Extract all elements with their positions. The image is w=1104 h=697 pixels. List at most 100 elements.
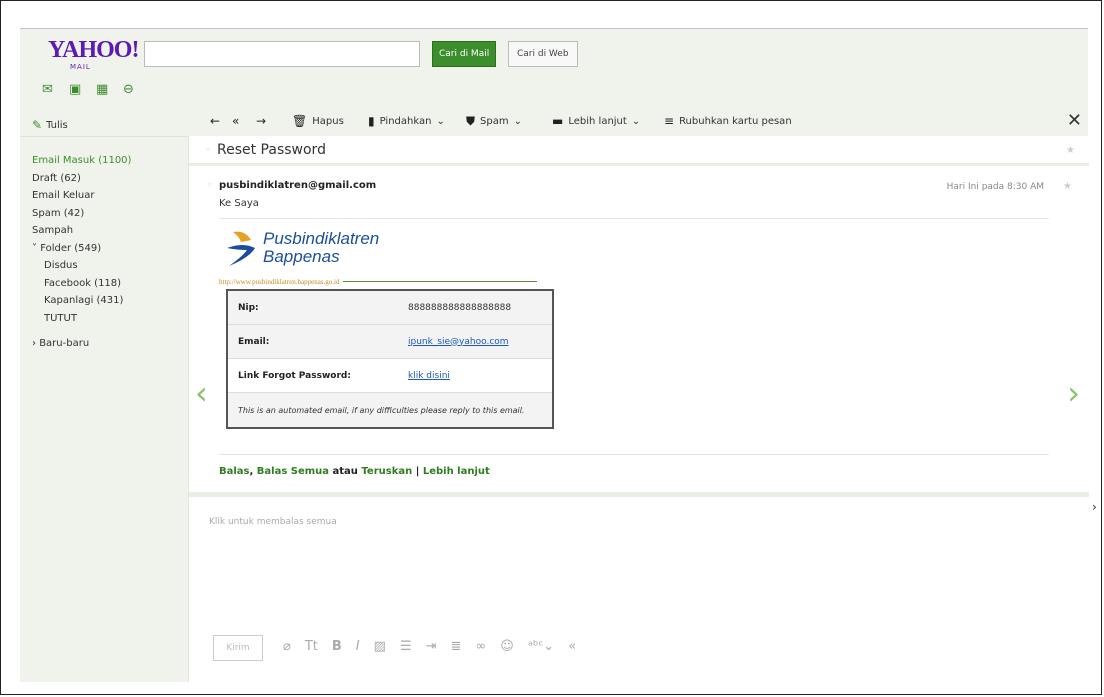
sidebar-item-spam[interactable]: Spam (42) <box>32 205 131 223</box>
nip-label: Nip: <box>227 290 398 325</box>
contacts-icon[interactable]: ▣ <box>69 83 82 96</box>
italic-icon[interactable]: I <box>356 639 360 654</box>
sidebar-item-drafts[interactable]: Draft (62) <box>32 170 131 188</box>
sidebar-item-tutut[interactable]: TUTUT <box>32 310 131 328</box>
forward-button[interactable]: → <box>256 114 266 128</box>
move-button[interactable]: ▮ Pindahkan ⌄ <box>368 114 445 128</box>
search-mail-button[interactable]: Cari di Mail <box>432 41 497 67</box>
sidebar: ✎ Tulis Email Masuk (1100) Draft (62) Em… <box>20 108 188 682</box>
table-row: Email: ipunk_sie@yahoo.com <box>227 324 553 359</box>
sidebar-item-facebook[interactable]: Facebook (118) <box>32 275 131 293</box>
recent-label: Baru-baru <box>39 338 90 349</box>
star-icon[interactable]: ★ <box>1066 145 1075 156</box>
trash-icon: 🗑 <box>292 114 308 128</box>
calendar-icon[interactable]: ▦ <box>96 83 109 96</box>
compose-button[interactable]: ✎ Tulis <box>32 118 68 132</box>
send-button[interactable]: Kirim <box>213 635 263 661</box>
shield-icon: ⛊ <box>466 114 476 128</box>
message-actions: Balas, Balas Semua atau Teruskan | Lebih… <box>219 466 490 477</box>
brand-name-line1: Pusbindiklatren <box>263 229 380 248</box>
next-message-arrow[interactable]: › <box>1067 374 1080 412</box>
chevron-down-icon: ⌄ <box>631 115 641 127</box>
sidebar-item-sent[interactable]: Email Keluar <box>32 187 131 205</box>
link-icon[interactable]: ∞ <box>475 639 486 654</box>
chevron-right-icon: › <box>1092 500 1097 514</box>
more-label: Lebih lanjut <box>568 115 627 127</box>
bold-icon[interactable]: B <box>332 639 342 654</box>
sidebar-item-folders[interactable]: ˅ Folder (549) <box>32 240 131 258</box>
emoji-icon[interactable]: ☺ <box>500 639 514 654</box>
notepad-icon[interactable]: ⊖ <box>123 83 136 96</box>
previous-message-arrow[interactable]: ‹ <box>195 374 208 412</box>
brand-divider <box>343 281 537 282</box>
star-icon[interactable]: ★ <box>1063 181 1072 192</box>
sender-email[interactable]: pusbindiklatren@gmail.com <box>219 180 376 191</box>
attach-icon[interactable]: ⌀ <box>283 639 291 654</box>
quick-reply-area[interactable]: Klik untuk membalas semua Kirim ⌀ Tt B I… <box>189 492 1089 682</box>
bullet-icon: ◦ <box>205 145 211 156</box>
message-date: Hari Ini pada 8:30 AM <box>946 182 1044 192</box>
more-button[interactable]: ▬ Lebih lanjut ⌄ <box>552 114 640 128</box>
align-icon[interactable]: ≣ <box>451 639 462 654</box>
chevron-down-icon: ⌄ <box>436 115 445 127</box>
reply-all-icon: « <box>232 114 240 128</box>
collapse-toolbar-icon[interactable]: « <box>568 639 576 654</box>
search-web-button[interactable]: Cari di Web <box>508 41 578 67</box>
reply-link[interactable]: Balas <box>219 466 250 477</box>
yahoo-logo[interactable]: YAHOO! <box>48 37 139 64</box>
account-info-table: Nip: 888888888888888888 Email: ipunk_sie… <box>226 289 554 429</box>
header-divider <box>219 218 1049 219</box>
spellcheck-icon[interactable]: ᵃᵇᶜ⌄ <box>528 639 554 654</box>
mail-icon[interactable]: ✉ <box>42 83 55 96</box>
automated-note: This is an automated email, if any diffi… <box>227 392 553 429</box>
or-text: atau <box>332 466 358 477</box>
table-row: This is an automated email, if any diffi… <box>227 392 553 429</box>
yahoo-mail-app: YAHOO! MAIL Cari di Mail Cari di Web ✉ ▣… <box>20 28 1089 682</box>
app-switcher: ✉ ▣ ▦ ⊖ <box>42 83 136 99</box>
chevron-down-icon: ⌄ <box>513 116 522 127</box>
spam-button[interactable]: ⛊ Spam ⌄ <box>466 114 522 129</box>
bullet-list-icon[interactable]: ☰ <box>400 639 412 654</box>
brand-name-line2: Bappenas <box>263 247 340 266</box>
message-subject: Reset Password <box>217 142 326 158</box>
delete-button[interactable]: 🗑 Hapus <box>292 114 344 128</box>
compose-label: Tulis <box>46 119 68 131</box>
chevron-down-icon: ˅ <box>32 242 41 254</box>
sidebar-item-trash[interactable]: Sampah <box>32 222 131 240</box>
link-cell: klik disini <box>398 358 553 393</box>
bullet-icon: ◦ <box>207 180 213 191</box>
sidebar-item-inbox[interactable]: Email Masuk (1100) <box>32 152 131 170</box>
search-input[interactable] <box>144 41 420 67</box>
sidebar-item-kapanlagi[interactable]: Kapanlagi (431) <box>32 292 131 310</box>
move-label: Pindahkan <box>379 115 432 127</box>
more-link[interactable]: Lebih lanjut <box>423 466 490 477</box>
indent-icon[interactable]: ⇥ <box>426 639 437 654</box>
more-icon: ▬ <box>552 114 564 128</box>
brand-url[interactable]: http://www.pusbindiklatren.bappenas.go.i… <box>219 278 339 286</box>
message-pane: ◦ Reset Password ★ ◦ pusbindiklatren@gma… <box>188 136 1089 682</box>
close-icon[interactable]: ✕ <box>1067 110 1082 131</box>
email-link[interactable]: ipunk_sie@yahoo.com <box>408 337 509 347</box>
delete-label: Hapus <box>312 115 344 127</box>
list-icon: ≡ <box>664 114 675 128</box>
subject-bar: ◦ Reset Password ★ <box>189 136 1089 166</box>
reply-placeholder[interactable]: Klik untuk membalas semua <box>209 517 337 527</box>
sidebar-divider <box>20 136 188 137</box>
folders-label: Folder (549) <box>40 242 102 254</box>
reply-button[interactable]: ← <box>210 114 220 128</box>
collapse-label: Rubuhkan kartu pesan <box>679 115 792 127</box>
forgot-password-link[interactable]: klik disini <box>408 371 450 381</box>
body-divider <box>219 454 1049 455</box>
text-color-icon[interactable]: ▨ <box>374 639 386 654</box>
reply-all-button[interactable]: « <box>232 114 239 128</box>
sidebar-item-disdus[interactable]: Disdus <box>32 257 131 275</box>
nip-value: 888888888888888888 <box>398 290 553 325</box>
reply-all-link[interactable]: Balas Semua <box>257 466 329 477</box>
format-toolbar: ⌀ Tt B I ▨ ☰ ⇥ ≣ ∞ ☺ ᵃᵇᶜ⌄ « <box>283 639 576 654</box>
text-size-icon[interactable]: Tt <box>305 639 318 654</box>
sidebar-item-recent[interactable]: › Baru-baru <box>32 335 131 353</box>
brand-logo: Pusbindiklatren Bappenas <box>225 228 379 272</box>
collapse-button[interactable]: ≡ Rubuhkan kartu pesan <box>664 114 792 128</box>
forward-link[interactable]: Teruskan <box>361 466 412 477</box>
table-row: Nip: 888888888888888888 <box>227 290 553 325</box>
